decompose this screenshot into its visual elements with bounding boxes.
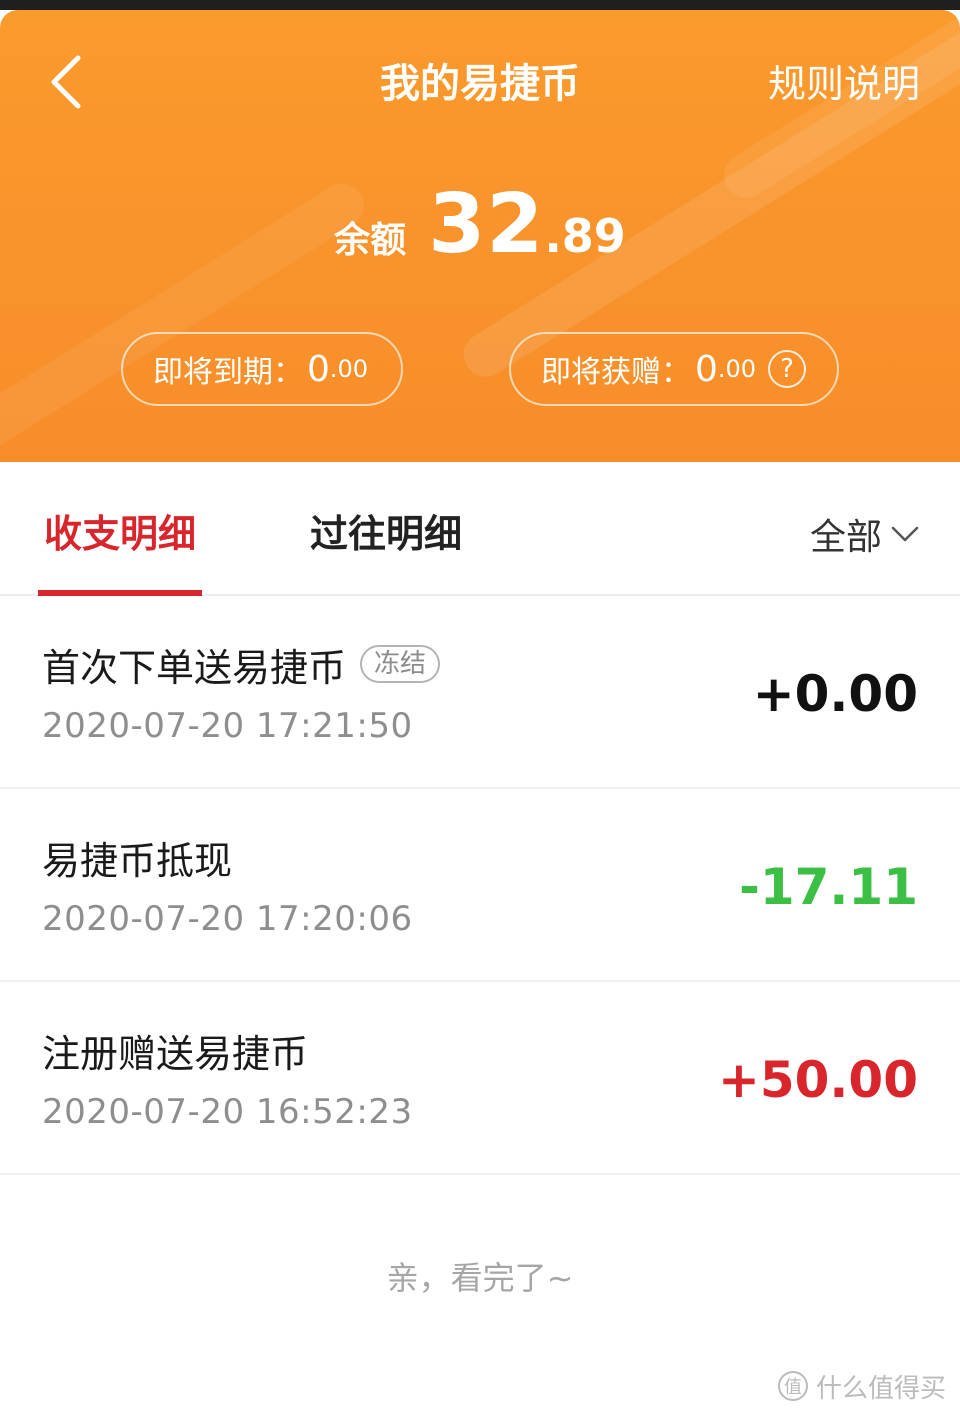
watermark: 值 什么值得买 (777, 1366, 946, 1406)
coin-detail-page: 我的易捷币 规则说明 余额 32 .89 即将到期： 0 .00 即将获赠： 0… (0, 0, 960, 1411)
gifted-integer: 0 (695, 348, 718, 390)
question-mark-icon[interactable]: ? (768, 350, 807, 388)
watermark-logo-icon: 值 (777, 1371, 808, 1401)
balance-header: 我的易捷币 规则说明 余额 32 .89 即将到期： 0 .00 即将获赠： 0… (0, 10, 960, 462)
tab-income-expense[interactable]: 收支明细 (44, 506, 196, 562)
status-bar (0, 0, 960, 10)
tab-history[interactable]: 过往明细 (310, 506, 462, 562)
back-button[interactable] (36, 52, 96, 112)
expiring-label: 即将到期： (153, 355, 303, 390)
filter-dropdown[interactable]: 全部 (810, 506, 920, 562)
list-item[interactable]: 注册赠送易捷币 2020-07-20 16:52:23 +50.00 (0, 982, 960, 1175)
gifted-label: 即将获赠： (541, 355, 691, 390)
watermark-text: 什么值得买 (815, 1373, 946, 1404)
chevron-down-icon (891, 526, 919, 542)
record-title-row: 易捷币抵现 (42, 829, 232, 885)
end-of-list-note: 亲，看完了~ (386, 1259, 574, 1297)
page-title: 我的易捷币 (380, 61, 580, 107)
record-title: 易捷币抵现 (42, 838, 233, 883)
record-time: 2020-07-20 17:21:50 (42, 706, 413, 746)
record-time: 2020-07-20 17:20:06 (42, 899, 413, 939)
record-amount: -17.11 (739, 858, 918, 916)
record-title: 注册赠送易捷币 (42, 1031, 309, 1076)
upcoming-gift-pill[interactable]: 即将获赠： 0 .00 ? (509, 332, 839, 406)
record-amount: +0.00 (752, 665, 918, 723)
frozen-badge: 冻结 (360, 645, 441, 683)
record-title: 首次下单送易捷币 (42, 645, 347, 690)
record-title-row: 首次下单送易捷币 冻结 (42, 636, 441, 692)
balance-decimal: .89 (544, 209, 626, 263)
detail-tabs: 收支明细 过往明细 全部 (0, 462, 960, 596)
record-time: 2020-07-20 16:52:23 (42, 1092, 413, 1132)
balance-label: 余额 (334, 220, 407, 261)
balance-display: 余额 32 .89 (0, 180, 960, 270)
chevron-left-icon (51, 55, 81, 109)
rules-link[interactable]: 规则说明 (768, 54, 920, 114)
expiring-integer: 0 (307, 348, 330, 390)
record-amount: +50.00 (717, 1051, 918, 1109)
list-item[interactable]: 首次下单送易捷币 冻结 2020-07-20 17:21:50 +0.00 (0, 596, 960, 789)
balance-integer: 32 (428, 177, 545, 272)
expiring-decimal: .00 (329, 355, 369, 383)
filter-label: 全部 (809, 517, 882, 558)
expiring-soon-pill[interactable]: 即将到期： 0 .00 (121, 332, 403, 406)
list-item[interactable]: 易捷币抵现 2020-07-20 17:20:06 -17.11 (0, 789, 960, 982)
record-title-row: 注册赠送易捷币 (42, 1022, 308, 1078)
gifted-decimal: .00 (717, 355, 757, 383)
